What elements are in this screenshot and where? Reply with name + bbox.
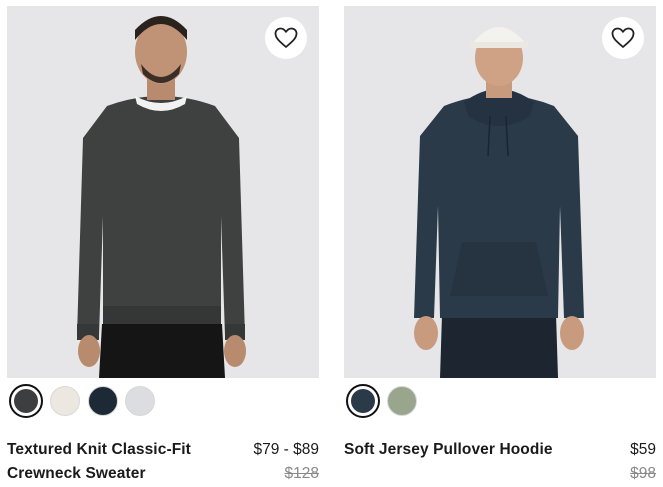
product-price: $59 xyxy=(630,441,656,458)
color-swatch-selected[interactable] xyxy=(9,384,43,418)
product-card-sweater[interactable]: Textured Knit Classic-Fit Crewneck Sweat… xyxy=(7,6,319,484)
product-image-sweater[interactable] xyxy=(7,6,319,378)
swatch-color xyxy=(50,386,80,416)
heart-outline-icon xyxy=(274,27,298,48)
swatch-color xyxy=(88,386,118,416)
wishlist-button[interactable] xyxy=(602,17,644,59)
color-swatch[interactable] xyxy=(123,384,157,418)
model-photo-sweater xyxy=(7,6,319,378)
swatch-color xyxy=(125,386,155,416)
color-swatch[interactable] xyxy=(86,384,120,418)
heart-outline-icon xyxy=(611,27,635,48)
swatch-color xyxy=(387,386,417,416)
color-swatch[interactable] xyxy=(385,384,419,418)
swatch-color xyxy=(14,389,38,413)
product-card-hoodie[interactable]: Soft Jersey Pullover Hoodie $59 $98 xyxy=(344,6,656,484)
product-original-price: $98 xyxy=(630,465,656,482)
product-original-price: $128 xyxy=(284,465,319,482)
product-image-hoodie[interactable] xyxy=(344,6,656,378)
product-name[interactable]: Soft Jersey Pullover Hoodie xyxy=(344,438,564,462)
wishlist-button[interactable] xyxy=(265,17,307,59)
color-swatch-selected[interactable] xyxy=(346,384,380,418)
product-name[interactable]: Textured Knit Classic-Fit Crewneck Sweat… xyxy=(7,438,227,486)
swatch-color xyxy=(351,389,375,413)
product-price: $79 - $89 xyxy=(253,441,320,458)
model-photo-hoodie xyxy=(344,6,656,378)
color-swatch[interactable] xyxy=(48,384,82,418)
